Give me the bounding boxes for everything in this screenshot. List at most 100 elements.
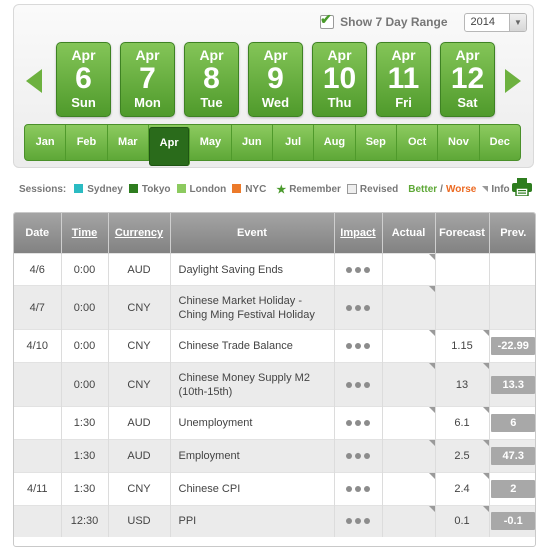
cell-event[interactable]: Daylight Saving Ends (170, 253, 335, 286)
header-impact-sort[interactable]: Impact (334, 213, 383, 254)
table-header-row: Date Time Currency Event Impact Actual F… (14, 213, 535, 254)
cell-date (14, 505, 62, 537)
cell-event[interactable]: Unemployment (170, 406, 335, 440)
day-number: 6 (75, 62, 92, 95)
table-row[interactable]: 4/10 0:00 CNY Chinese Trade Balance 1.15 -22.… (14, 329, 535, 363)
sessions-label: Sessions: (19, 183, 67, 195)
cell-impact (334, 285, 383, 330)
month-tab-sep[interactable]: Sep (356, 125, 397, 160)
year-select[interactable]: 2014 ▼ (463, 12, 527, 32)
impact-dots-icon (346, 343, 370, 349)
table-row[interactable]: 0:00 CNY Chinese Money Supply M2 (10th-15t… (14, 362, 535, 407)
previous-value-badge: 47.3 (491, 447, 535, 465)
cell-event[interactable]: Chinese Money Supply M2 (10th-15th) (170, 362, 335, 407)
impact-dots-icon (346, 420, 370, 426)
session-label-sydney[interactable]: Sydney (87, 184, 123, 195)
impact-dots-icon (346, 518, 370, 525)
table-row[interactable]: 4/7 0:00 CNY Chinese Market Holiday - Ching… (14, 285, 535, 330)
table-row[interactable]: 12:30 USD PPI 0.1 -0.1 (14, 505, 535, 537)
better-worse-separator: / (440, 183, 443, 195)
cell-impact (334, 472, 383, 506)
show-7-day-range-label[interactable]: Show 7 Day Range (340, 15, 447, 29)
cell-date: 4/7 (14, 285, 62, 330)
session-label-nyc[interactable]: NYC (245, 184, 266, 195)
remember-label[interactable]: Remember (289, 184, 341, 195)
month-bar: Jan Feb Mar Apr May Jun Jul Aug Sep Oct Nov Dec (24, 124, 521, 166)
cell-event[interactable]: Chinese CPI (170, 472, 335, 506)
month-tab-mar[interactable]: Mar (108, 125, 149, 160)
month-tab-jan[interactable]: Jan (25, 125, 67, 160)
cell-actual (382, 472, 436, 506)
day-tile[interactable]: Apr 12 Sat (440, 42, 495, 117)
day-tile[interactable]: Apr 10 Thu (312, 42, 367, 117)
header-currency-sort[interactable]: Currency (108, 213, 171, 254)
cell-forecast: 1.15 (435, 329, 490, 363)
cell-forecast: 6.1 (435, 406, 490, 440)
printer-icon[interactable] (512, 178, 532, 196)
cell-forecast (435, 285, 490, 330)
day-month: Apr (391, 47, 416, 63)
month-tab-nov[interactable]: Nov (438, 125, 480, 160)
cell-forecast: 2.5 (435, 439, 490, 473)
cell-currency: CNY (108, 285, 171, 330)
session-label-london[interactable]: London (190, 184, 227, 195)
day-tile[interactable]: Apr 11 Fri (376, 42, 431, 117)
chevron-down-icon[interactable]: ▼ (509, 13, 526, 31)
month-tab-aug[interactable]: Aug (314, 125, 356, 160)
month-tab-apr[interactable]: Apr (148, 127, 191, 166)
day-tile[interactable]: Apr 7 Mon (120, 42, 175, 117)
table-row[interactable]: 1:30 AUD Unemployment 6.1 6 (14, 406, 535, 440)
cell-time: 0:00 (61, 362, 109, 407)
month-tab-jun[interactable]: Jun (232, 125, 273, 160)
info-icon (482, 186, 489, 192)
month-tab-may[interactable]: May (190, 125, 232, 160)
month-tab-oct[interactable]: Oct (397, 125, 439, 160)
cell-forecast (435, 253, 490, 286)
table-row[interactable]: 1:30 AUD Employment 2.5 47.3 (14, 439, 535, 473)
month-tab-dec[interactable]: Dec (480, 125, 520, 160)
cell-forecast: 13 (435, 362, 490, 407)
cell-impact (334, 505, 383, 537)
day-tile[interactable]: Apr 9 Wed (248, 42, 303, 117)
month-tab-jul[interactable]: Jul (273, 125, 315, 160)
header-time-sort[interactable]: Time (61, 213, 109, 254)
previous-value-badge: 6 (491, 414, 535, 432)
cell-impact (334, 406, 383, 440)
day-month: Apr (455, 47, 480, 63)
session-swatch-london (176, 184, 186, 194)
cell-event[interactable]: Employment (170, 439, 335, 473)
day-tile[interactable]: Apr 8 Tue (184, 42, 239, 117)
year-select-value: 2014 (470, 15, 495, 28)
cell-event[interactable]: Chinese Market Holiday - Ching Ming Fest… (170, 285, 335, 330)
header-date: Date (14, 213, 62, 254)
cell-prev (489, 285, 535, 330)
cell-impact (334, 439, 383, 473)
previous-week-arrow-icon[interactable] (26, 69, 42, 93)
cell-date: 4/6 (14, 253, 62, 286)
table-row[interactable]: 4/11 1:30 CNY Chinese CPI 2.4 2 (14, 472, 535, 506)
day-tile[interactable]: Apr 6 Sun (56, 42, 111, 117)
session-swatch-tokyo (128, 184, 138, 194)
session-swatch-sydney (74, 184, 84, 194)
session-swatch-nyc (232, 184, 242, 194)
cell-event[interactable]: PPI (170, 505, 335, 537)
month-tab-feb[interactable]: Feb (66, 125, 108, 160)
legend-row: Sessions: Sydney Tokyo London NYC ★ Remembe… (19, 181, 534, 197)
cell-impact (334, 329, 383, 363)
cell-time: 1:30 (61, 406, 109, 440)
show-7-day-range-checkbox[interactable] (320, 11, 335, 29)
day-number: 8 (203, 62, 220, 95)
next-week-arrow-icon[interactable] (505, 69, 521, 93)
better-label: Better (408, 183, 438, 195)
day-number: 9 (267, 62, 284, 95)
day-weekday: Thu (327, 95, 352, 110)
range-controls: Show 7 Day Range 2014 ▼ (320, 11, 527, 32)
table-row[interactable]: 4/6 0:00 AUD Daylight Saving Ends (14, 253, 535, 286)
day-month: Apr (135, 47, 160, 63)
cell-date: 4/11 (14, 472, 62, 506)
cell-event[interactable]: Chinese Trade Balance (170, 329, 335, 363)
cell-currency: AUD (108, 439, 171, 473)
cell-actual (382, 329, 436, 363)
session-label-tokyo[interactable]: Tokyo (142, 184, 171, 195)
revised-icon (346, 184, 357, 194)
